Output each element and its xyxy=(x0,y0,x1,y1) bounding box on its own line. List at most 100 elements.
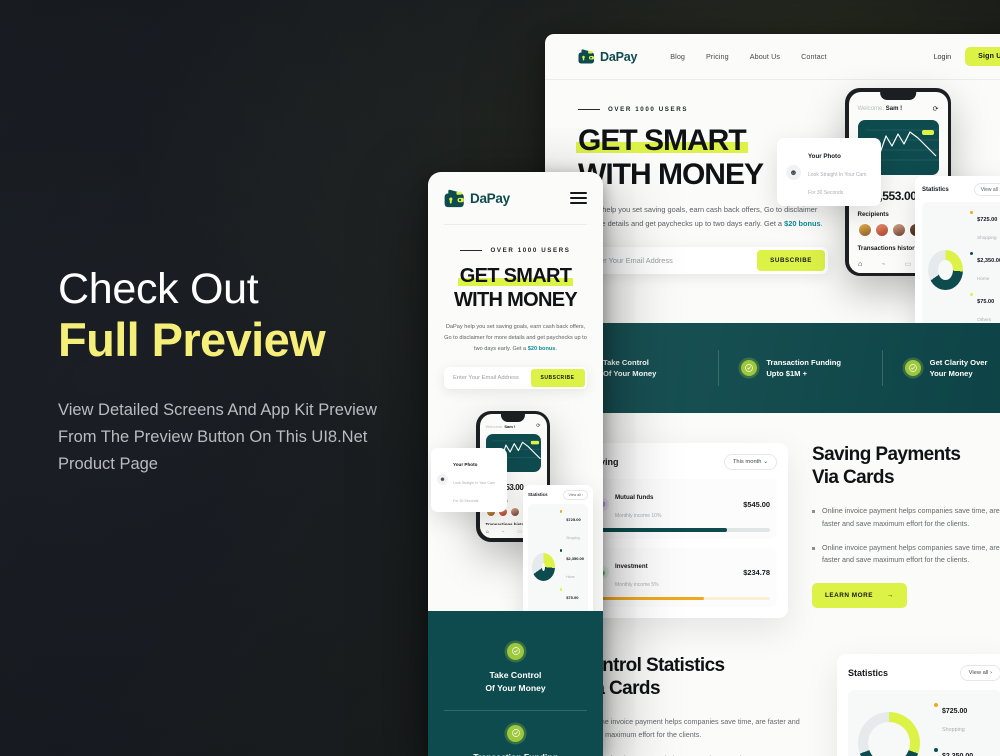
avatar[interactable] xyxy=(857,223,872,237)
legend-label: Others xyxy=(977,317,991,322)
chart-icon[interactable]: ⌁ xyxy=(881,260,885,268)
mobile-paragraph-text: DaPay help you set saving goals, earn ca… xyxy=(444,324,587,352)
photo-card-line1: Look Straight In Your Cam xyxy=(808,172,867,178)
phone-notch xyxy=(880,91,916,100)
logo[interactable]: DaPay xyxy=(578,49,637,64)
avatar[interactable] xyxy=(874,223,889,237)
chart-icon[interactable]: ⌁ xyxy=(502,529,505,535)
nav-link-blog[interactable]: Blog xyxy=(670,52,685,61)
feature-line2: Upto $1M + xyxy=(766,369,808,378)
statistics-legend: $725.00Shopping $2,350.00Home $75.00Othe… xyxy=(559,508,584,627)
phone-user-name: Sam ! xyxy=(504,423,516,429)
avatar[interactable] xyxy=(891,223,906,237)
legend-value: $725.00 xyxy=(566,516,581,522)
saving-row-sub: Monthly income 5% xyxy=(615,581,659,588)
home-icon[interactable]: ⌂ xyxy=(858,261,862,268)
mobile-subscribe-button[interactable]: SUBSCRIBE xyxy=(530,368,585,387)
nav-link-contact[interactable]: Contact xyxy=(801,52,826,61)
check-circle-icon xyxy=(507,724,524,742)
feature-line2: Of Your Money xyxy=(485,683,546,694)
bullet-text: Online invoice payment helps companies s… xyxy=(588,753,753,756)
feature-line2: Of Your Money xyxy=(603,369,657,378)
mobile-subscribe-form[interactable]: Enter Your Email Address SUBSCRIBE xyxy=(444,366,587,389)
view-all-button[interactable]: View all › xyxy=(973,183,1000,196)
view-all-button-big[interactable]: View all › xyxy=(959,665,1000,681)
saving-bullet: Online invoice payment helps companies s… xyxy=(812,505,1000,530)
arrow-right-icon: → xyxy=(886,591,894,599)
feature-line2: Your Money xyxy=(929,369,973,378)
home-icon[interactable]: ⌂ xyxy=(486,529,489,535)
mobile-eyebrow-text: OVER 1000 USERS xyxy=(490,247,571,254)
subscribe-form[interactable]: Enter Your Email Address SUBSCRIBE xyxy=(578,246,828,274)
feature-get-clarity: Get Clarity Over Your Money xyxy=(883,357,1000,380)
hero-bonus-link[interactable]: $20 bonus xyxy=(784,219,821,228)
hamburger-menu-icon[interactable] xyxy=(570,191,587,205)
mobile-features-band: Take Control Of Your Money Transaction Fu… xyxy=(428,610,603,756)
saving-row-amount: $234.78 xyxy=(743,568,770,577)
phone-notch xyxy=(500,414,526,423)
refresh-icon[interactable]: ⟳ xyxy=(536,423,540,429)
photo-card-title: Your Photo xyxy=(808,153,841,160)
saving-row-amount: $545.00 xyxy=(743,499,770,509)
bullet-text: Online invoice payment helps companies s… xyxy=(822,506,1000,528)
hero-paragraph-text: DaPay help you set saving goals, earn ca… xyxy=(578,205,818,228)
mobile-email-input[interactable]: Enter Your Email Address xyxy=(453,375,531,381)
mobile-navbar: DaPay xyxy=(428,172,603,224)
avatar[interactable] xyxy=(509,506,520,517)
control-bullet: Online invoice payment helps companies s… xyxy=(578,716,813,741)
feature-transaction-funding: Transaction Funding Upto $1M + xyxy=(719,357,881,380)
saving-bullet: Online invoice payment helps companies s… xyxy=(812,542,1000,567)
login-link[interactable]: Login xyxy=(934,52,952,61)
saving-row: ◉ InvestmentMonthly income 5% $234.78 xyxy=(589,547,777,607)
feature-line1: Take Control xyxy=(489,669,542,680)
promo-line-1: Check Out xyxy=(58,265,259,313)
bullet-text: Online invoice payment helps companies s… xyxy=(588,717,800,739)
saving-row-name: Investment xyxy=(615,562,648,570)
saving-card: Saving This month ⌄ ◍ Mutual fundsMonthl… xyxy=(578,443,788,618)
subscribe-button[interactable]: SUBSCRIBE xyxy=(757,249,825,271)
check-circle-icon xyxy=(904,360,921,376)
statistics-big-title: Statistics xyxy=(848,668,889,678)
features-band: Take Control Of Your Money Transaction Fu… xyxy=(545,323,1000,413)
nav-links: Blog Pricing About Us Contact xyxy=(670,52,826,61)
donut-chart xyxy=(532,553,555,582)
card-icon[interactable]: ▭ xyxy=(905,260,912,268)
hero-title-line1: GET SMART xyxy=(576,124,748,157)
saving-title-line2: Via Cards xyxy=(812,467,895,489)
nav-link-about[interactable]: About Us xyxy=(750,52,780,61)
legend-label: Shopping xyxy=(566,535,580,540)
bullet-text: Online invoice payment helps companies s… xyxy=(822,542,1000,565)
saving-filter-dropdown[interactable]: This month ⌄ xyxy=(723,454,777,470)
signup-button[interactable]: Sign Up xyxy=(965,47,1000,66)
hero-paragraph-end: . xyxy=(820,218,823,228)
legend-value: $725.00 xyxy=(977,217,998,223)
person-icon: ☻ xyxy=(786,164,801,180)
photo-card-line1: Look Straight In Your Cam xyxy=(453,480,495,485)
check-circle-icon xyxy=(507,642,524,660)
learn-more-button[interactable]: LEARN MORE → xyxy=(812,582,907,608)
saving-row: ◍ Mutual fundsMonthly income 10% $545.00 xyxy=(589,479,777,539)
email-input[interactable]: Enter Your Email Address xyxy=(589,256,757,265)
card-icon[interactable]: ▭ xyxy=(517,529,522,535)
legend-value: $75.00 xyxy=(566,594,579,600)
legend-value: $75.00 xyxy=(977,299,995,305)
saving-progress-bar xyxy=(596,596,770,600)
wallet-icon xyxy=(444,189,465,208)
mobile-hero-title: GET SMART WITH MONEY xyxy=(444,265,587,312)
legend-label: Home xyxy=(977,276,990,281)
mobile-title-line1: GET SMART xyxy=(457,265,574,287)
eyebrow-text: OVER 1000 USERS xyxy=(608,106,689,113)
refresh-icon[interactable]: ⟳ xyxy=(933,105,939,113)
nav-link-pricing[interactable]: Pricing xyxy=(706,52,729,61)
mobile-bonus-link[interactable]: $20 bonus xyxy=(528,346,556,352)
saving-progress-bar xyxy=(596,528,770,532)
view-all-button[interactable]: View all › xyxy=(563,489,588,500)
legend-value: $725.00 xyxy=(942,708,968,715)
photo-card-line2: For 30 Seconds xyxy=(453,498,479,503)
saving-row-name: Mutual funds xyxy=(615,494,654,501)
learn-more-label: LEARN MORE xyxy=(825,591,873,599)
eyebrow-dash xyxy=(460,249,483,252)
donut-chart xyxy=(928,249,963,290)
feature-line1: Transaction Funding xyxy=(766,357,842,367)
desktop-website-mockup: DaPay Blog Pricing About Us Contact Logi… xyxy=(545,34,1000,756)
